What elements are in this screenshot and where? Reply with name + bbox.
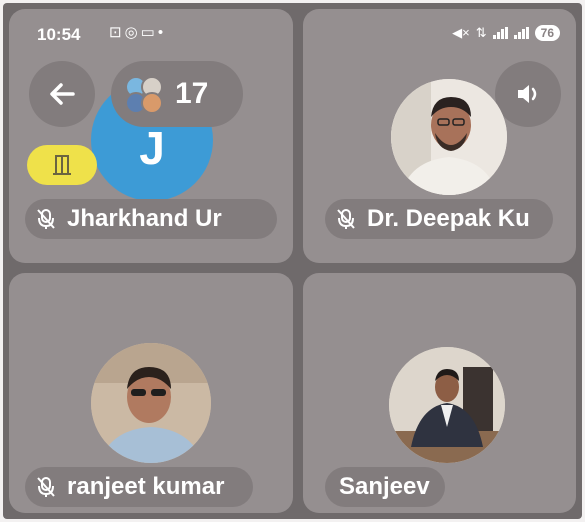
name-tag-jharkhand: Jharkhand Ur — [25, 199, 277, 239]
participant-name: ranjeet kumar — [67, 473, 225, 500]
whatsapp-icon: ◎ — [124, 24, 141, 41]
raised-hand-badge — [27, 145, 97, 185]
mic-off-icon — [29, 470, 63, 504]
arrow-left-icon — [50, 83, 75, 105]
mute-icon: ◀× — [452, 25, 470, 40]
speaker-button[interactable] — [495, 61, 561, 127]
avatar-letter: J — [139, 122, 165, 174]
participant-name: Sanjeev — [339, 473, 430, 500]
name-tag-ranjeet: ranjeet kumar — [25, 467, 253, 507]
group-avatars-icon — [125, 76, 163, 114]
mic-off-icon — [29, 202, 63, 236]
avatar-deepak — [391, 79, 507, 195]
door-icon — [53, 155, 71, 175]
back-button[interactable] — [29, 61, 95, 127]
mic-off-icon — [329, 202, 363, 236]
call-screen: 10:54 ⊡◎▭• ◀× ⇅ 76 J 17 Jharkhand Ur Dr.… — [3, 3, 582, 519]
battery-indicator: 76 — [534, 25, 560, 41]
name-tag-sanjeev: Sanjeev — [325, 467, 445, 507]
data-icon: ⇅ — [475, 25, 487, 40]
dot-icon: • — [157, 24, 167, 41]
participants-button[interactable]: 17 — [111, 61, 243, 127]
screen-record-icon: ⊡ — [109, 24, 125, 41]
participant-name: Jharkhand Ur — [67, 205, 222, 232]
signal-icon — [513, 27, 529, 39]
video-icon: ▭ — [140, 24, 158, 41]
status-right-icons: ◀× ⇅ 76 — [452, 25, 560, 41]
avatar-sanjeev — [389, 347, 505, 463]
status-left-icons: ⊡◎▭• — [109, 23, 166, 41]
participant-count: 17 — [175, 77, 209, 110]
name-tag-deepak: Dr. Deepak Ku — [325, 199, 553, 239]
speaker-icon — [518, 85, 537, 103]
signal-icon — [492, 27, 508, 39]
status-time: 10:54 — [37, 25, 81, 44]
participant-name: Dr. Deepak Ku — [367, 205, 530, 232]
avatar-ranjeet — [91, 343, 211, 463]
